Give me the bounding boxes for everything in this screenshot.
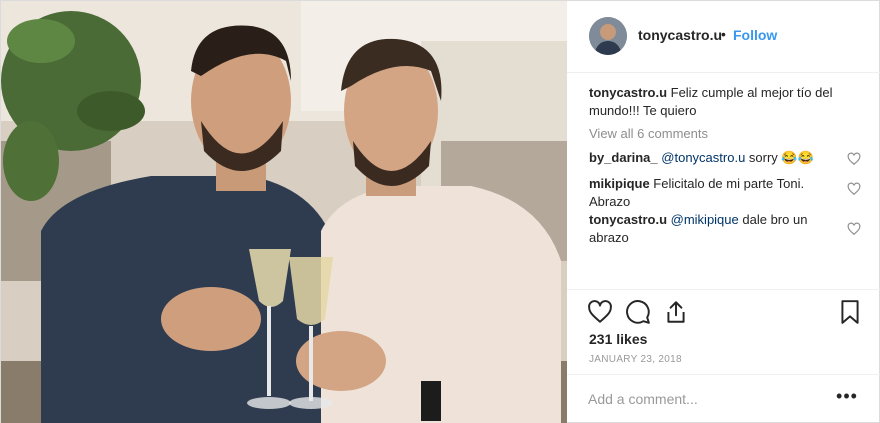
comment-text: sorry 😂😂 [745, 150, 814, 165]
avatar[interactable] [589, 17, 627, 55]
comment-item: mikipique Felicitalo de mi parte Toni. A… [589, 175, 847, 211]
follow-button[interactable]: Follow [733, 27, 777, 43]
post-date: JANUARY 23, 2018 [589, 354, 682, 365]
header-username[interactable]: tonycastro.u [638, 27, 722, 43]
more-options-icon[interactable]: ••• [835, 387, 859, 409]
caption-username[interactable]: tonycastro.u [589, 85, 667, 100]
post-header: tonycastro.u • Follow [567, 1, 880, 73]
add-comment-bar: ••• [567, 374, 880, 423]
instagram-post: tonycastro.u • Follow tonycastro.u Feliz… [0, 0, 880, 423]
comment-username[interactable]: tonycastro.u [589, 212, 667, 227]
post-side-panel: tonycastro.u • Follow tonycastro.u Feliz… [567, 1, 880, 423]
comment-heart-icon[interactable] [847, 152, 861, 166]
likes-count[interactable]: 231 likes [589, 331, 647, 347]
comment-icon[interactable] [625, 299, 651, 325]
post-photo[interactable] [1, 1, 567, 423]
bookmark-icon[interactable] [837, 299, 863, 325]
post-photo-image [1, 1, 567, 423]
comment-username[interactable]: mikipique [589, 176, 650, 191]
profile-avatar-image [589, 17, 627, 55]
comment-item: tonycastro.u @mikipique dale bro un abra… [589, 211, 847, 247]
comment-heart-icon[interactable] [847, 182, 861, 196]
heart-icon[interactable] [587, 299, 613, 325]
view-all-comments-link[interactable]: View all 6 comments [589, 125, 708, 143]
comment-item: by_darina_ @tonycastro.u sorry 😂😂 [589, 149, 847, 167]
action-bar [567, 289, 880, 333]
comment-mention[interactable]: @mikipique [671, 212, 739, 227]
add-comment-input[interactable] [588, 389, 818, 409]
comment-heart-icon[interactable] [847, 222, 861, 236]
comment-username[interactable]: by_darina_ [589, 150, 658, 165]
header-separator: • [721, 26, 726, 42]
caption: tonycastro.u Feliz cumple al mejor tío d… [589, 84, 847, 120]
share-icon[interactable] [663, 299, 689, 325]
comment-mention[interactable]: @tonycastro.u [661, 150, 745, 165]
